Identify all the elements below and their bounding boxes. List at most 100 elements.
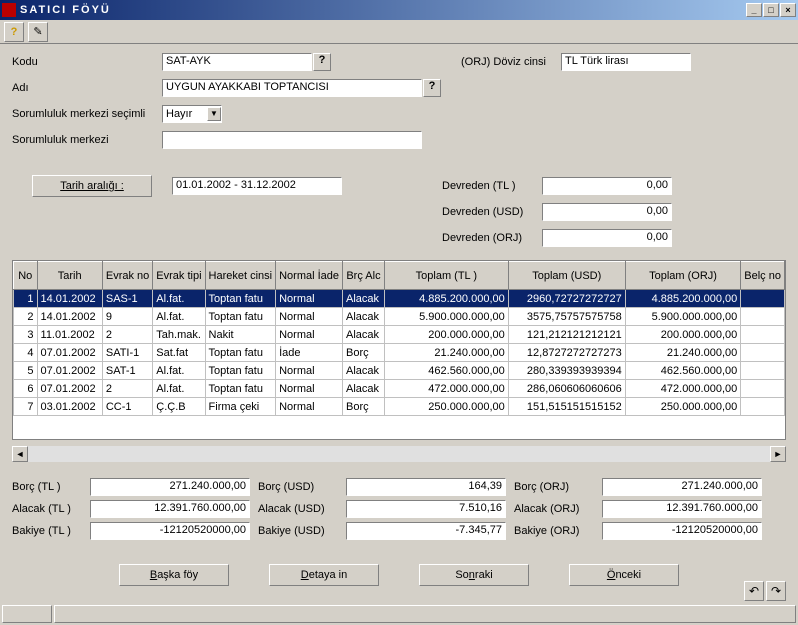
- devreden-tl-label: Devreden (TL ): [442, 180, 542, 192]
- table-cell: [741, 326, 785, 344]
- sorumluluk-label: Sorumluluk merkezi: [12, 134, 162, 146]
- table-cell: 07.01.2002: [37, 362, 102, 380]
- table-cell: 7: [14, 398, 38, 416]
- devreden-tl-input[interactable]: 0,00: [542, 177, 672, 195]
- bakiye-usd-value: -7.345,77: [346, 522, 506, 540]
- baska-foy-button[interactable]: BBaşka föyaşka föy: [119, 564, 229, 586]
- grid-header[interactable]: Evrak no: [102, 262, 152, 290]
- alacak-orj-value: 12.391.760.000,00: [602, 500, 762, 518]
- borc-usd-value: 164,39: [346, 478, 506, 496]
- tarih-araligi-button[interactable]: Tarih aralığı :: [32, 175, 152, 197]
- table-cell: 200.000.000,00: [384, 326, 508, 344]
- toolbar: ? ✎: [0, 20, 798, 44]
- close-button[interactable]: ×: [780, 3, 796, 17]
- table-cell: 5.900.000.000,00: [625, 308, 741, 326]
- edit-icon[interactable]: ✎: [28, 22, 48, 42]
- table-cell: 5: [14, 362, 38, 380]
- table-cell: Al.fat.: [153, 308, 205, 326]
- adi-input[interactable]: UYGUN AYAKKABI TOPTANCISI: [162, 79, 422, 97]
- table-cell: Alacak: [343, 308, 385, 326]
- table-row[interactable]: 703.01.2002CC-1Ç.Ç.BFirma çekiNormalBorç…: [14, 398, 785, 416]
- tarih-araligi-input[interactable]: 01.01.2002 - 31.12.2002: [172, 177, 342, 195]
- onceki-button[interactable]: Önceki: [569, 564, 679, 586]
- sonraki-button[interactable]: Sonraki: [419, 564, 529, 586]
- grid-header[interactable]: Toplam (USD): [508, 262, 625, 290]
- scroll-track[interactable]: [28, 446, 770, 462]
- table-cell: [741, 344, 785, 362]
- doviz-cinsi-input[interactable]: TL Türk lirası: [561, 53, 691, 71]
- table-cell: Toptan fatu: [205, 290, 276, 308]
- grid-header[interactable]: Tarih: [37, 262, 102, 290]
- table-row[interactable]: 114.01.2002SAS-1Al.fat.Toptan fatuNormal…: [14, 290, 785, 308]
- table-cell: 280,339393939394: [508, 362, 625, 380]
- table-row[interactable]: 507.01.2002SAT-1Al.fat.Toptan fatuNormal…: [14, 362, 785, 380]
- table-cell: Normal: [276, 380, 343, 398]
- table-cell: 472.000.000,00: [384, 380, 508, 398]
- adi-label: Adı: [12, 82, 162, 94]
- grid-header[interactable]: Toplam (TL ): [384, 262, 508, 290]
- table-cell: Alacak: [343, 326, 385, 344]
- detaya-in-button[interactable]: Detaya in: [269, 564, 379, 586]
- alacak-orj-label: Alacak (ORJ): [514, 500, 594, 518]
- table-cell: 07.01.2002: [37, 380, 102, 398]
- table-cell: Toptan fatu: [205, 308, 276, 326]
- devreden-usd-input[interactable]: 0,00: [542, 203, 672, 221]
- data-grid[interactable]: NoTarihEvrak noEvrak tipiHareket cinsiNo…: [12, 260, 786, 440]
- grid-header[interactable]: Evrak tipi: [153, 262, 205, 290]
- kodu-help-button[interactable]: ?: [313, 53, 331, 71]
- adi-help-button[interactable]: ?: [423, 79, 441, 97]
- statusbar: [2, 605, 796, 623]
- maximize-button[interactable]: □: [763, 3, 779, 17]
- table-cell: [741, 308, 785, 326]
- table-cell: Tah.mak.: [153, 326, 205, 344]
- table-cell: 4: [14, 344, 38, 362]
- titlebar: SATICI FÖYÜ _ □ ×: [0, 0, 798, 20]
- minimize-button[interactable]: _: [746, 3, 762, 17]
- help-icon[interactable]: ?: [4, 22, 24, 42]
- table-row[interactable]: 214.01.20029Al.fat.Toptan fatuNormalAlac…: [14, 308, 785, 326]
- table-cell: [741, 290, 785, 308]
- grid-header[interactable]: Toplam (ORJ): [625, 262, 741, 290]
- sorumluluk-secimli-select[interactable]: Hayır ▼: [162, 105, 222, 123]
- grid-header[interactable]: Brç Alc: [343, 262, 385, 290]
- bakiye-tl-label: Bakiye (TL ): [12, 522, 82, 540]
- devreden-orj-input[interactable]: 0,00: [542, 229, 672, 247]
- table-cell: 6: [14, 380, 38, 398]
- table-cell: 3575,75757575758: [508, 308, 625, 326]
- table-cell: 12,8727272727273: [508, 344, 625, 362]
- table-cell: 5.900.000.000,00: [384, 308, 508, 326]
- doviz-cinsi-label: (ORJ) Döviz cinsi: [461, 56, 561, 68]
- grid-header[interactable]: No: [14, 262, 38, 290]
- table-cell: 250.000.000,00: [384, 398, 508, 416]
- table-cell: [741, 380, 785, 398]
- table-cell: [741, 398, 785, 416]
- grid-header[interactable]: Belç no: [741, 262, 785, 290]
- table-cell: 472.000.000,00: [625, 380, 741, 398]
- sorumluluk-input[interactable]: [162, 131, 422, 149]
- table-row[interactable]: 607.01.20022Al.fat.Toptan fatuNormalAlac…: [14, 380, 785, 398]
- horizontal-scrollbar[interactable]: ◄ ►: [12, 446, 786, 462]
- table-cell: 2: [102, 380, 152, 398]
- redo-icon[interactable]: ↷: [766, 581, 786, 601]
- grid-header[interactable]: Hareket cinsi: [205, 262, 276, 290]
- alacak-tl-value: 12.391.760.000,00: [90, 500, 250, 518]
- table-cell: CC-1: [102, 398, 152, 416]
- scroll-right-icon[interactable]: ►: [770, 446, 786, 462]
- table-cell: Al.fat.: [153, 290, 205, 308]
- table-cell: SAT-1: [102, 362, 152, 380]
- table-row[interactable]: 407.01.2002SATI-1Sat.fatToptan fatuİadeB…: [14, 344, 785, 362]
- table-cell: 14.01.2002: [37, 290, 102, 308]
- table-cell: 151,515151515152: [508, 398, 625, 416]
- table-cell: Al.fat.: [153, 362, 205, 380]
- table-row[interactable]: 311.01.20022Tah.mak.NakitNormalAlacak200…: [14, 326, 785, 344]
- grid-header[interactable]: Normal İade: [276, 262, 343, 290]
- table-cell: Al.fat.: [153, 380, 205, 398]
- table-cell: Borç: [343, 344, 385, 362]
- table-cell: SAS-1: [102, 290, 152, 308]
- table-cell: 03.01.2002: [37, 398, 102, 416]
- borc-orj-label: Borç (ORJ): [514, 478, 594, 496]
- kodu-input[interactable]: SAT-AYK: [162, 53, 312, 71]
- scroll-left-icon[interactable]: ◄: [12, 446, 28, 462]
- undo-icon[interactable]: ↶: [744, 581, 764, 601]
- table-cell: 07.01.2002: [37, 344, 102, 362]
